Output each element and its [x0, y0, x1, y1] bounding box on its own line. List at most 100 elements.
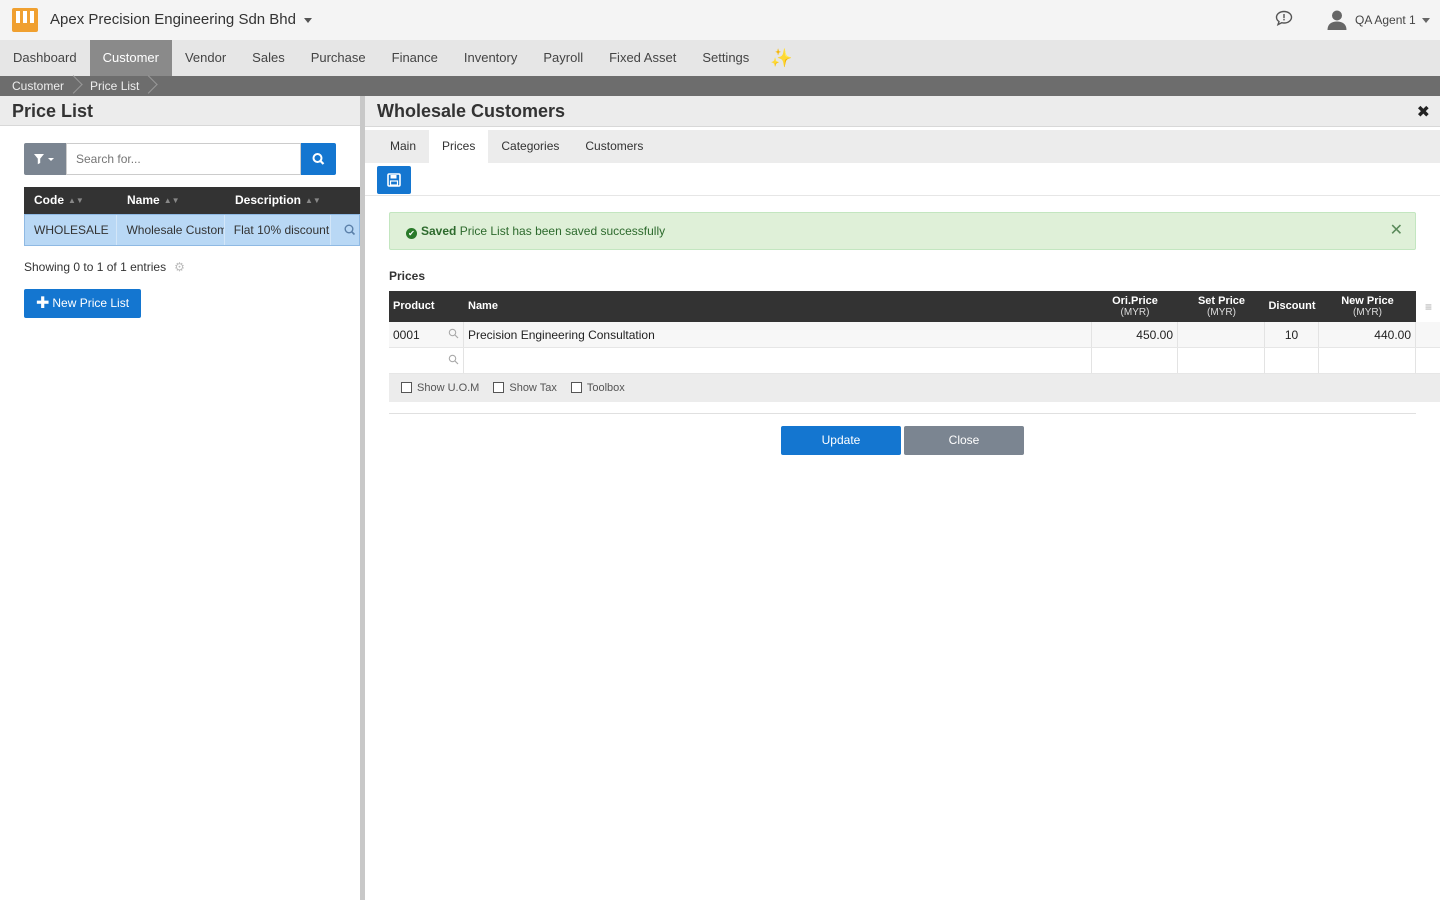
- search-button[interactable]: [301, 143, 336, 175]
- checkbox[interactable]: [570, 382, 582, 393]
- chat-icon[interactable]: [1275, 10, 1293, 26]
- table-row-empty: [389, 348, 1440, 374]
- column-code[interactable]: Code ▲▼: [24, 187, 117, 214]
- price-list-table: Code ▲▼ Name ▲▼ Description ▲▼ WHOLESALE Wh…: [24, 187, 360, 246]
- entries-info: Showing 0 to 1 of 1 entries ⚙: [24, 260, 185, 274]
- company-name: Apex Precision Engineering Sdn Bhd: [50, 11, 296, 28]
- cell-product[interactable]: [389, 348, 464, 373]
- header-product: Product: [393, 300, 435, 312]
- grid-menu[interactable]: ≡: [1416, 291, 1440, 322]
- update-button[interactable]: Update: [781, 426, 901, 455]
- panel-title: Price List: [0, 96, 360, 126]
- tab-categories[interactable]: Categories: [488, 130, 572, 163]
- breadcrumb-price-list[interactable]: Price List: [78, 76, 153, 96]
- top-bar: Apex Precision Engineering Sdn Bhd QA Ag…: [0, 0, 1440, 40]
- nav-inventory[interactable]: Inventory: [451, 40, 530, 76]
- filter-button[interactable]: [24, 143, 66, 175]
- magnifier-icon: [344, 224, 356, 236]
- close-panel-icon[interactable]: ✖: [1417, 102, 1430, 122]
- show-tax-option[interactable]: Show Tax: [493, 382, 557, 394]
- hamburger-icon: ≡: [1424, 300, 1432, 314]
- table-row[interactable]: WHOLESALE Wholesale Customers Flat 10% d…: [24, 214, 360, 246]
- nav-fixed-asset[interactable]: Fixed Asset: [596, 40, 689, 76]
- cell-set-price[interactable]: [1178, 348, 1265, 373]
- sort-icon: ▲▼: [68, 196, 84, 205]
- cell-discount[interactable]: [1265, 348, 1319, 373]
- prices-grid: Product Name Ori.Price (MYR) Set Price (MY…: [389, 291, 1440, 402]
- cell-set-price[interactable]: [1178, 322, 1265, 347]
- entries-text: Showing 0 to 1 of 1 entries: [24, 260, 167, 274]
- detail-title: Wholesale Customers: [365, 96, 1440, 127]
- cell-name: Wholesale Customers: [117, 215, 225, 245]
- checkbox[interactable]: [401, 382, 412, 393]
- cell-product[interactable]: 0001: [389, 322, 464, 347]
- new-price-list-button[interactable]: ✚ New Price List: [24, 289, 141, 318]
- check-circle-icon: ✔: [406, 228, 417, 239]
- show-uom-option[interactable]: Show U.O.M: [401, 382, 479, 394]
- header-ori-price: Ori.Price (MYR): [1112, 295, 1158, 318]
- user-name: QA Agent 1: [1355, 13, 1416, 27]
- search-input[interactable]: [66, 143, 301, 175]
- cell-discount[interactable]: 10: [1265, 322, 1319, 347]
- user-avatar-icon: [1327, 10, 1347, 30]
- main-nav: Dashboard Customer Vendor Sales Purchase…: [0, 40, 1440, 76]
- table-row: 0001 Precision Engineering Consultation …: [389, 322, 1440, 348]
- cell-description: Flat 10% discount: [225, 215, 332, 245]
- column-description[interactable]: Description ▲▼: [225, 187, 360, 214]
- plus-icon: ✚: [35, 295, 50, 312]
- magnifier-icon[interactable]: [448, 354, 459, 365]
- nav-sales[interactable]: Sales: [239, 40, 298, 76]
- cell-name[interactable]: Precision Engineering Consultation: [464, 322, 1092, 347]
- toolbar: [365, 163, 1440, 196]
- alert-strong: Saved: [421, 224, 457, 238]
- nav-customer[interactable]: Customer: [89, 40, 172, 76]
- tab-customers[interactable]: Customers: [572, 130, 656, 163]
- cell-code: WHOLESALE: [25, 215, 118, 245]
- app-logo-icon[interactable]: [12, 8, 38, 32]
- header-name: Name: [468, 300, 498, 312]
- success-alert: ✔ Saved Price List has been saved success…: [389, 212, 1416, 250]
- tab-main[interactable]: Main: [377, 130, 429, 163]
- close-alert-icon[interactable]: ✕: [1390, 213, 1403, 249]
- company-selector[interactable]: Apex Precision Engineering Sdn Bhd: [50, 11, 312, 28]
- nav-purchase[interactable]: Purchase: [298, 40, 379, 76]
- nav-vendor[interactable]: Vendor: [172, 40, 239, 76]
- save-icon: [387, 173, 401, 187]
- nav-settings[interactable]: Settings: [689, 40, 762, 76]
- nav-payroll[interactable]: Payroll: [530, 40, 596, 76]
- header-discount: Discount: [1268, 300, 1316, 312]
- table-header: Code ▲▼ Name ▲▼ Description ▲▼: [24, 187, 360, 214]
- sparkle-icon[interactable]: ✨: [762, 40, 800, 76]
- close-button[interactable]: Close: [904, 426, 1024, 455]
- sort-icon: ▲▼: [305, 196, 321, 205]
- cell-new-price: [1319, 348, 1416, 373]
- search-icon: [312, 153, 325, 165]
- detail-tabs: Main Prices Categories Customers: [365, 130, 1440, 163]
- filter-icon: [34, 154, 54, 165]
- header-new-price: New Price (MYR): [1341, 295, 1394, 318]
- tab-prices[interactable]: Prices: [429, 130, 489, 163]
- sort-icon: ▲▼: [163, 196, 180, 205]
- cell-new-price: 440.00: [1319, 322, 1416, 347]
- cell-ori-price: 450.00: [1092, 322, 1178, 347]
- nav-dashboard[interactable]: Dashboard: [0, 40, 90, 76]
- save-button[interactable]: [377, 166, 411, 194]
- price-list-detail-panel: Wholesale Customers ✖ Main Prices Catego…: [365, 96, 1440, 900]
- gear-icon[interactable]: ⚙: [174, 260, 185, 274]
- row-view-button[interactable]: [331, 215, 359, 245]
- checkbox[interactable]: [493, 382, 505, 393]
- toolbox-option[interactable]: Toolbox: [570, 382, 625, 394]
- column-name[interactable]: Name ▲▼: [117, 187, 225, 214]
- grid-options: Show U.O.M Show Tax Toolbox: [389, 374, 1440, 402]
- prices-section-title: Prices: [389, 269, 426, 283]
- nav-finance[interactable]: Finance: [379, 40, 451, 76]
- user-menu[interactable]: QA Agent 1: [1326, 6, 1430, 34]
- price-list-panel: Price List Code▲▼ Name▲▼ Description▲▼ W…: [0, 96, 360, 900]
- breadcrumb: Customer Price List: [0, 76, 1440, 96]
- magnifier-icon[interactable]: [448, 328, 459, 339]
- breadcrumb-customer[interactable]: Customer: [0, 76, 78, 96]
- cell-ori-price: [1092, 348, 1178, 373]
- divider: [389, 413, 1416, 414]
- cell-name[interactable]: [464, 348, 1092, 373]
- chevron-down-icon: [1421, 17, 1430, 23]
